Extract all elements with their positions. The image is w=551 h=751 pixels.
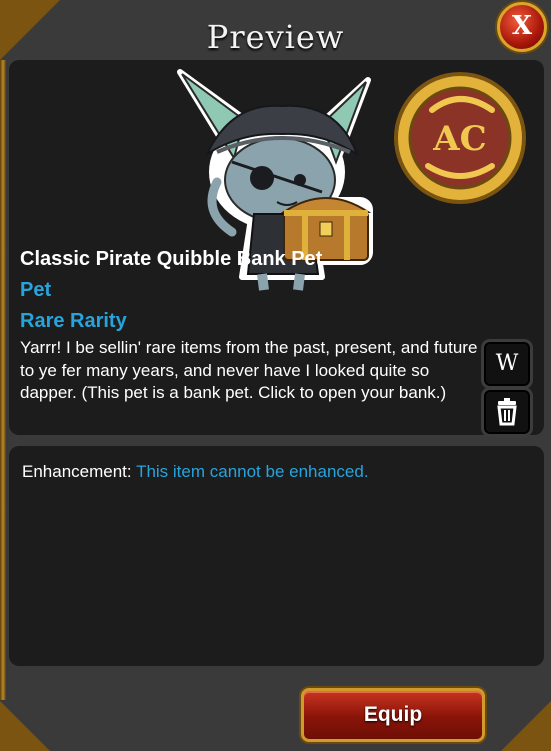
dialog-title: Preview (206, 18, 345, 56)
close-button[interactable]: X (497, 2, 547, 52)
enhancement-info: Enhancement: This item cannot be enhance… (22, 462, 369, 482)
item-preview-dialog: Preview X AC Classic Pirate Quibble Bank… (0, 0, 551, 751)
enhancement-label: Enhancement: (22, 462, 132, 481)
wiki-icon: W (495, 351, 519, 376)
badge-text: AC (432, 119, 486, 159)
enhancement-value: This item cannot be enhanced. (136, 462, 369, 481)
item-name: Classic Pirate Quibble Bank Pet (20, 248, 323, 270)
frame-corner-ornament (0, 701, 50, 751)
trash-icon (497, 398, 517, 426)
wiki-button[interactable]: W (481, 339, 533, 389)
frame-gold-edge (0, 60, 6, 700)
item-type: Pet (20, 279, 52, 301)
item-description: Yarrr! I be sellin' rare items from the … (20, 338, 478, 402)
equip-button[interactable]: Equip (301, 688, 485, 742)
item-rarity: Rare Rarity (20, 310, 127, 332)
delete-button[interactable] (481, 387, 533, 437)
ac-coin-badge-icon: AC (394, 72, 526, 204)
frame-corner-ornament (501, 701, 551, 751)
